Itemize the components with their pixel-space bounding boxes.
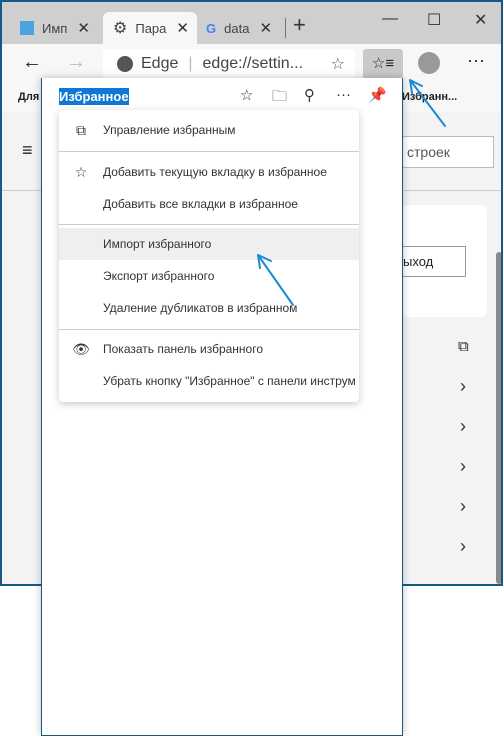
annotation-arrows [257,79,446,306]
annotation-arrow-favorites [409,79,446,127]
annotation-arrow-import [257,254,294,306]
